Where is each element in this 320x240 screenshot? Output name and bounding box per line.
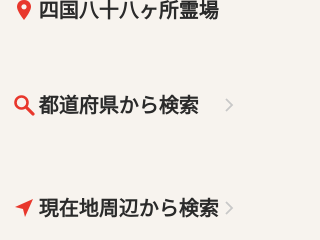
menu-item-label: 現在地周辺から検索 — [39, 196, 219, 220]
search-icon — [14, 95, 35, 116]
menu-item-nearby-search[interactable]: 現在地周辺から検索 — [0, 193, 240, 223]
location-arrow-icon — [15, 199, 33, 217]
menu-item-prefecture-search[interactable]: 都道府県から検索 — [0, 90, 240, 120]
menu-item-label: 都道府県から検索 — [39, 93, 199, 117]
app-screen: 四国八十八ヶ所霊場 都道府県から検索 現在地周辺から検索 — [0, 0, 240, 240]
chevron-right-icon — [225, 98, 234, 112]
header-row[interactable]: 四国八十八ヶ所霊場 — [0, 0, 240, 25]
map-pin-icon — [17, 0, 31, 20]
chevron-right-icon — [225, 201, 234, 215]
header-title: 四国八十八ヶ所霊場 — [39, 0, 219, 22]
